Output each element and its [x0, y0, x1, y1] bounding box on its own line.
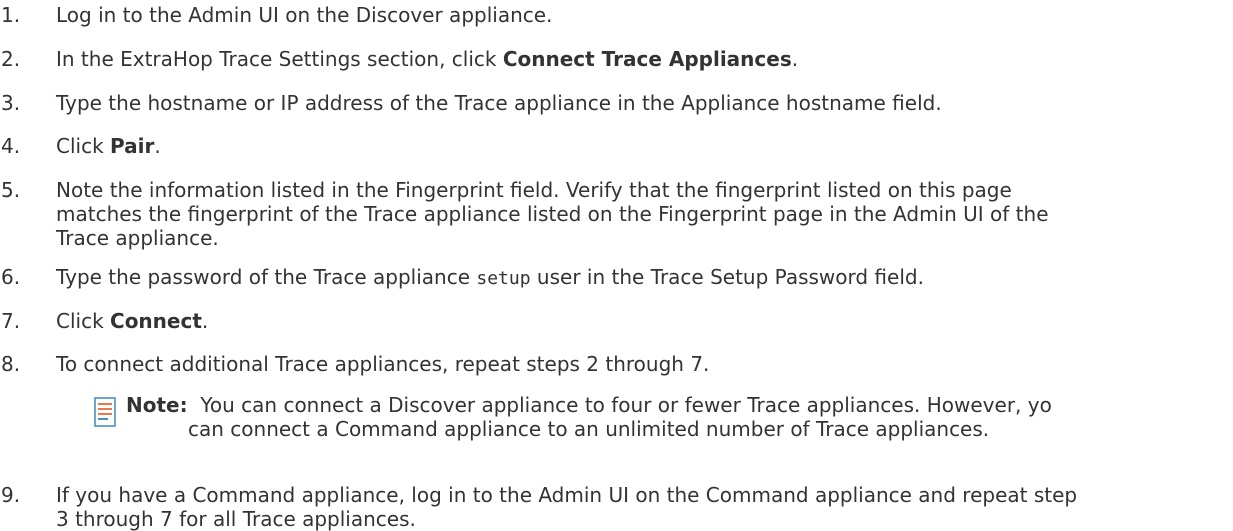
step-number: 1.: [1, 3, 21, 27]
connect-label: Connect: [110, 309, 202, 333]
step-number: 8.: [1, 352, 21, 376]
connect-trace-appliances-label: Connect Trace Appliances: [502, 47, 792, 71]
step-number: 5.: [1, 178, 21, 202]
step-text: Log in to the Admin UI on the Discover a…: [56, 3, 553, 27]
step-text: Note the information listed in the Finge…: [56, 178, 1049, 250]
note-text: Note: You can connect a Discover applian…: [126, 393, 1052, 441]
pair-label: Pair: [110, 134, 155, 158]
step-text: To connect additional Trace appliances, …: [56, 352, 710, 376]
step-number: 9.: [1, 483, 21, 507]
step-text: Type the hostname or IP address of the T…: [56, 91, 942, 115]
step-text: If you have a Command appliance, log in …: [56, 483, 1078, 531]
step-number: 6.: [1, 265, 21, 289]
setup-code: setup: [476, 268, 531, 289]
step-number: 2.: [1, 47, 21, 71]
note-label: Note:: [126, 393, 188, 417]
step-text: Click Pair.: [56, 134, 161, 158]
step-number: 4.: [1, 134, 21, 158]
step-text: In the ExtraHop Trace Settings section, …: [56, 47, 799, 71]
step-text: Type the password of the Trace appliance…: [56, 265, 924, 289]
step-number: 7.: [1, 309, 21, 333]
note-icon: [94, 397, 116, 427]
step-number: 3.: [1, 91, 21, 115]
step-text: Click Connect.: [56, 309, 209, 333]
